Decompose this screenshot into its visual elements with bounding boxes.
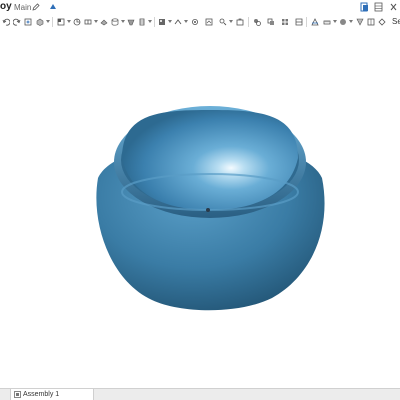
graphics-viewport[interactable]	[0, 30, 400, 388]
cylindrical-menu-caret[interactable]	[121, 20, 125, 23]
insert-icon[interactable]	[24, 18, 32, 26]
revolute-mate-icon[interactable]	[73, 18, 81, 26]
slider-menu-caret[interactable]	[94, 20, 98, 23]
part-model[interactable]	[96, 106, 325, 311]
mate-menu-caret[interactable]	[46, 20, 50, 23]
ball-menu-caret[interactable]	[148, 20, 152, 23]
search-tools-label[interactable]: Se	[392, 16, 400, 28]
pattern-icon[interactable]	[281, 18, 289, 26]
replicate-icon[interactable]	[267, 18, 275, 26]
toolbar-divider	[154, 17, 155, 27]
appearance-icon[interactable]	[356, 18, 364, 26]
display-states-icon[interactable]	[367, 18, 375, 26]
dome-cap	[122, 110, 298, 210]
fastened-menu-caret[interactable]	[67, 20, 71, 23]
document-icon[interactable]	[360, 2, 369, 12]
explode-icon[interactable]	[295, 18, 303, 26]
section-view-icon[interactable]	[311, 18, 319, 26]
model-viewport-canvas[interactable]	[0, 30, 400, 388]
slider-mate-icon[interactable]	[84, 18, 92, 26]
assembly-toolbar: Se	[0, 15, 400, 29]
toolbar-divider	[52, 17, 53, 27]
planar-mate-icon[interactable]	[100, 18, 108, 26]
rack-pinion-icon[interactable]	[205, 18, 213, 26]
screw-menu-caret[interactable]	[229, 20, 233, 23]
assembly-icon	[14, 391, 21, 398]
parallel-menu-caret[interactable]	[168, 20, 172, 23]
tab-assembly-1[interactable]: Assembly 1	[10, 389, 94, 400]
screw-relation-icon[interactable]	[219, 18, 227, 26]
tab-strip: Assembly 1	[0, 388, 400, 400]
ball-mate-icon[interactable]	[138, 18, 146, 26]
measure-menu-caret[interactable]	[333, 20, 337, 23]
mate-icon[interactable]	[36, 18, 44, 26]
group-icon[interactable]	[253, 18, 261, 26]
tab-label: Assembly 1	[23, 391, 60, 398]
named-views-icon[interactable]	[378, 18, 386, 26]
close-icon[interactable]	[389, 2, 398, 12]
redo-icon[interactable]	[13, 18, 21, 26]
grid-icon[interactable]	[374, 2, 383, 12]
cylindrical-mate-icon[interactable]	[111, 18, 119, 26]
linear-relation-icon[interactable]	[236, 18, 244, 26]
document-title[interactable]: oy	[0, 1, 12, 13]
measure-icon[interactable]	[323, 18, 331, 26]
origin-marker	[206, 208, 210, 212]
parallel-mate-icon[interactable]	[158, 18, 166, 26]
document-header: oy Main	[0, 0, 400, 14]
tangent-mate-icon[interactable]	[174, 18, 182, 26]
pin-slot-mate-icon[interactable]	[127, 18, 135, 26]
toolbar-divider	[248, 17, 249, 27]
tangent-menu-caret[interactable]	[184, 20, 188, 23]
toolbar-divider	[306, 17, 307, 27]
undo-icon[interactable]	[2, 18, 10, 26]
mass-properties-icon[interactable]	[339, 18, 347, 26]
branch-name[interactable]: Main	[14, 2, 31, 13]
pencil-icon[interactable]	[32, 3, 40, 11]
version-graph-icon[interactable]	[49, 3, 57, 11]
fastened-mate-icon[interactable]	[57, 18, 65, 26]
mass-menu-caret[interactable]	[349, 20, 353, 23]
gear-relation-icon[interactable]	[191, 18, 199, 26]
